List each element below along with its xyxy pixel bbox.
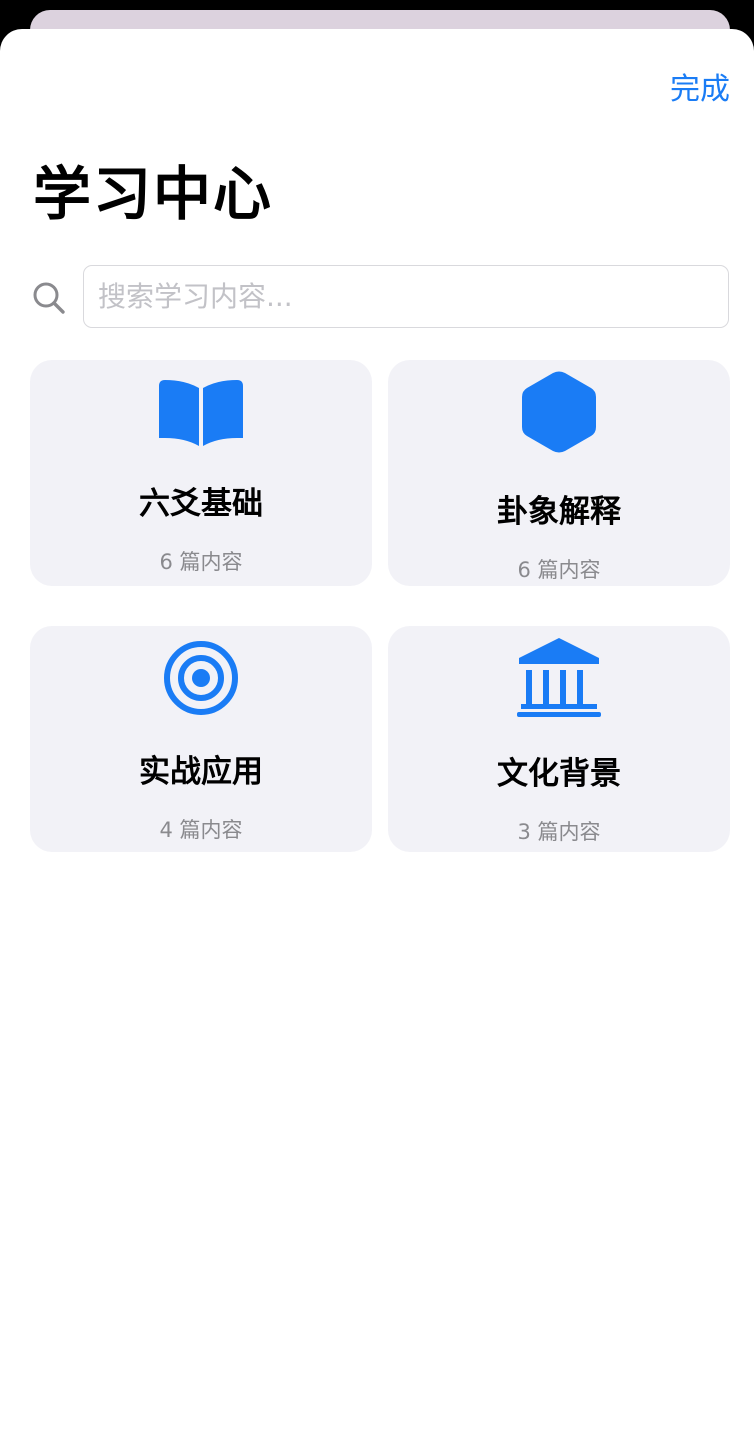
card-title: 文化背景 xyxy=(497,756,621,792)
card-title: 实战应用 xyxy=(139,754,263,790)
screen: 完成 学习中心 六爻基础 6 篇内容 卦象解释 6 篇内容 xyxy=(0,0,754,1440)
card-count: 6 篇内容 xyxy=(159,550,243,574)
building-columns-icon xyxy=(517,638,601,717)
category-card-cultural-background[interactable]: 文化背景 3 篇内容 xyxy=(388,626,730,852)
card-count: 4 篇内容 xyxy=(159,818,243,842)
card-title: 六爻基础 xyxy=(139,486,263,522)
page-title: 学习中心 xyxy=(33,160,274,228)
search-icon xyxy=(33,282,65,314)
card-count: 6 篇内容 xyxy=(517,558,601,582)
category-card-hexagram-explanation[interactable]: 卦象解释 6 篇内容 xyxy=(388,360,730,586)
done-button[interactable]: 完成 xyxy=(670,64,730,108)
card-count: 3 篇内容 xyxy=(517,820,601,844)
card-title: 卦象解释 xyxy=(497,494,621,530)
search-input[interactable] xyxy=(83,265,729,328)
learning-center-sheet: 完成 学习中心 六爻基础 6 篇内容 卦象解释 6 篇内容 xyxy=(0,29,754,1440)
hexagon-icon xyxy=(522,371,596,453)
book-icon xyxy=(159,380,243,446)
target-icon xyxy=(164,641,238,715)
category-card-liuyao-basics[interactable]: 六爻基础 6 篇内容 xyxy=(30,360,372,586)
category-card-practical-application[interactable]: 实战应用 4 篇内容 xyxy=(30,626,372,852)
